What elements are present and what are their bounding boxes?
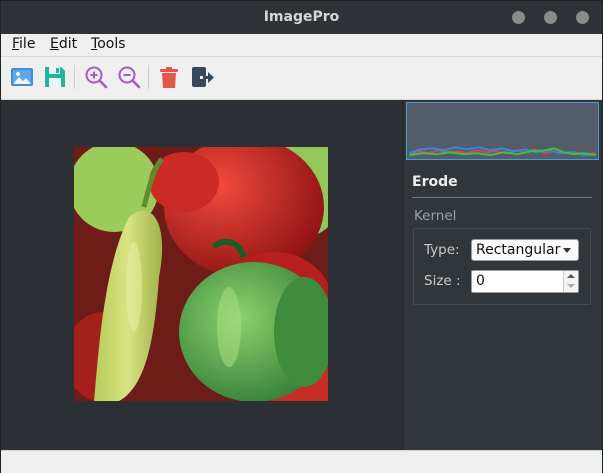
toolbar-separator <box>148 65 149 89</box>
spinbox-buttons <box>563 271 578 292</box>
save-icon <box>45 67 65 87</box>
menu-file-mnemonic: F <box>12 36 20 52</box>
peppers-image <box>74 147 328 401</box>
menu-file[interactable]: File <box>12 36 35 52</box>
delete-icon <box>160 67 178 88</box>
status-bar <box>1 450 602 473</box>
app-window: ImagePro File Edit Tools Erode Kernel Ty… <box>0 0 603 473</box>
kernel-group-title: Kernel <box>414 208 457 224</box>
maximize-button[interactable] <box>544 11 557 24</box>
menu-tools[interactable]: Tools <box>91 36 126 52</box>
menu-edit-label: dit <box>58 36 78 52</box>
delete-button[interactable] <box>156 64 182 90</box>
minimize-button[interactable] <box>512 11 525 24</box>
save-button[interactable] <box>42 64 68 90</box>
properties-panel: Erode Kernel Type: Rectangular Size : 0 <box>404 100 602 450</box>
histogram-chart <box>406 102 599 160</box>
menu-tools-label: ools <box>97 36 126 52</box>
open-image-icon <box>11 68 33 86</box>
operation-title: Erode <box>412 174 458 190</box>
menu-edit[interactable]: Edit <box>50 36 77 52</box>
chevron-down-icon <box>563 248 571 253</box>
close-button[interactable] <box>576 11 589 24</box>
decrement-arrow-icon[interactable] <box>567 284 575 288</box>
menu-file-label: ile <box>19 36 36 52</box>
type-dropdown[interactable]: Rectangular <box>471 239 579 261</box>
image-canvas[interactable] <box>1 100 402 450</box>
open-image-button[interactable] <box>9 64 35 90</box>
menu-edit-mnemonic: E <box>50 36 59 52</box>
kernel-group: Type: Rectangular Size : 0 <box>413 228 591 305</box>
size-spinbox-value: 0 <box>476 273 485 289</box>
increment-arrow-icon[interactable] <box>567 274 575 278</box>
type-label: Type: <box>424 242 460 258</box>
zoom-in-button[interactable] <box>83 64 109 90</box>
toolbar <box>1 57 602 100</box>
size-spinbox[interactable]: 0 <box>471 270 579 293</box>
zoom-out-icon <box>118 66 141 89</box>
zoom-in-icon <box>85 66 108 89</box>
exit-button[interactable] <box>189 64 215 90</box>
title-bar[interactable]: ImagePro <box>1 1 602 34</box>
size-label: Size : <box>424 273 461 289</box>
exit-icon <box>192 67 214 87</box>
menu-bar: File Edit Tools <box>1 34 602 57</box>
zoom-out-button[interactable] <box>116 64 142 90</box>
type-dropdown-value: Rectangular <box>476 242 561 258</box>
title-divider <box>412 197 592 198</box>
toolbar-separator <box>74 65 75 89</box>
